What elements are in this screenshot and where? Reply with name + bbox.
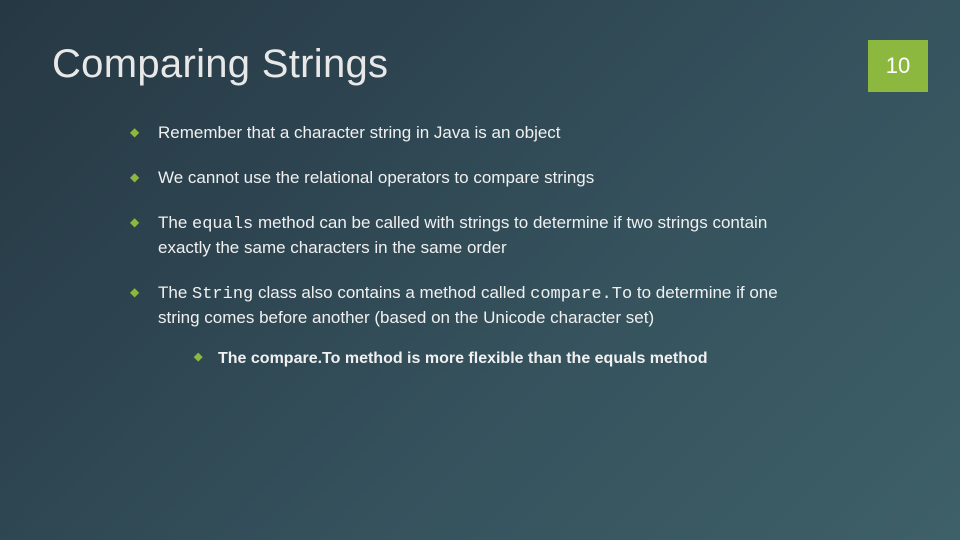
- content-area: Remember that a character string in Java…: [130, 100, 800, 391]
- bullet-item: Remember that a character string in Java…: [130, 122, 800, 145]
- bullet-text: We cannot use the relational operators t…: [158, 168, 594, 187]
- sub-bullet-list: The compare.To method is more flexible t…: [158, 348, 800, 370]
- code-compareto: compare.To: [530, 285, 632, 304]
- sub-bullet-item: The compare.To method is more flexible t…: [194, 348, 800, 370]
- sub-bullet-text: The compare.To method is more flexible t…: [218, 350, 708, 367]
- code-equals: equals: [192, 215, 253, 234]
- slide-title: Comparing Strings: [52, 42, 388, 87]
- bullet-text: Remember that a character string in Java…: [158, 123, 561, 142]
- code-string-class: String: [192, 285, 253, 304]
- bullet-item: The String class also contains a method …: [130, 282, 800, 369]
- slide: Comparing Strings 10 Remember that a cha…: [0, 0, 960, 540]
- bullet-text-pre: The: [158, 283, 192, 302]
- bullet-text-mid: class also contains a method called: [253, 283, 530, 302]
- bullet-text-pre: The: [158, 213, 192, 232]
- page-number: 10: [886, 53, 910, 79]
- page-number-badge: 10: [868, 40, 928, 92]
- bullet-item: The equals method can be called with str…: [130, 212, 800, 260]
- bullet-item: We cannot use the relational operators t…: [130, 167, 800, 190]
